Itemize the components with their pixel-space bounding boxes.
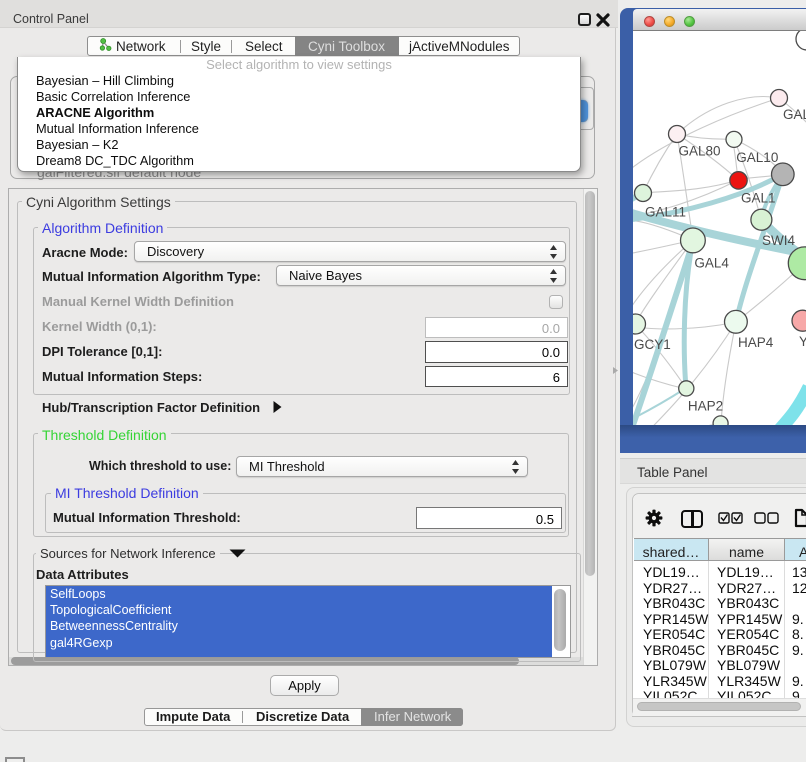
- svg-text:HAP2: HAP2: [688, 398, 723, 413]
- svg-text:SWI4: SWI4: [762, 233, 795, 248]
- svg-text:GAL1: GAL1: [741, 190, 776, 205]
- svg-text:GAL4: GAL4: [694, 256, 729, 271]
- svg-text:HAP4: HAP4: [738, 335, 774, 350]
- svg-text:GAL80: GAL80: [679, 143, 721, 158]
- svg-text:GAL10: GAL10: [736, 150, 778, 165]
- svg-text:GCY1: GCY1: [634, 337, 671, 352]
- svg-text:GAL11: GAL11: [645, 204, 686, 219]
- svg-text:GAL: GAL: [783, 107, 806, 122]
- svg-text:Y: Y: [799, 334, 806, 349]
